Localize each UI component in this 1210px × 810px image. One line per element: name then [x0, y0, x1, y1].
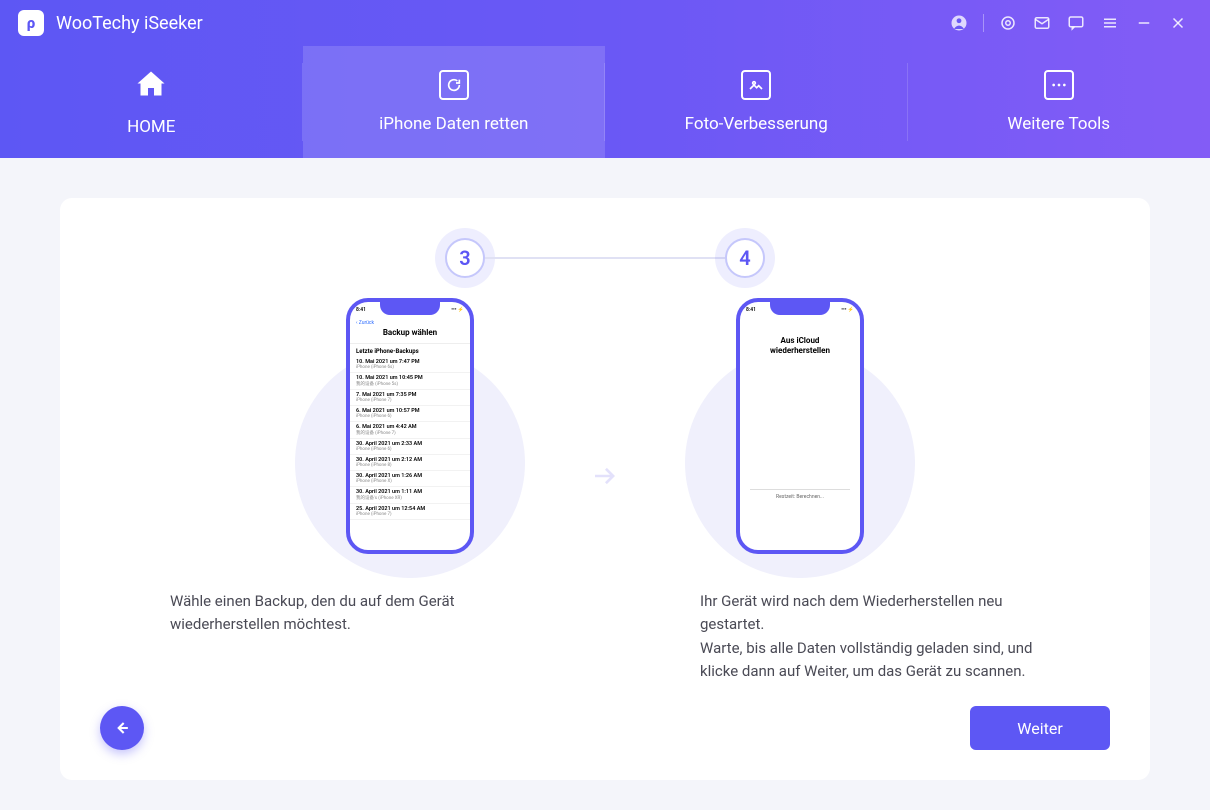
backup-row: 7. Mai 2021 um 7:35 PMiPhone (iPhone 7) — [350, 390, 470, 406]
tab-more[interactable]: Weitere Tools — [908, 46, 1210, 158]
phone-col-1: 8:41••• ⚡ ‹ Zurück Backup wählen Letzte … — [305, 298, 515, 554]
backup-row: 30. April 2021 um 2:12 AMiPhone (iPhone … — [350, 455, 470, 471]
title-bar: ρ WooTechy iSeeker — [0, 0, 1210, 46]
phone-col-2: 8:41••• ⚡ Aus iCloudwiederherstellen Res… — [695, 298, 905, 554]
logo-glyph: ρ — [27, 14, 35, 32]
phone2-time: 8:41 — [746, 307, 756, 318]
mail-icon[interactable] — [1028, 9, 1056, 37]
phone2-title: Aus iCloudwiederherstellen — [740, 318, 860, 357]
tab-home-label: HOME — [127, 117, 175, 137]
step-3: 3 — [445, 238, 485, 278]
backup-row: 30. April 2021 um 1:26 AMiPhone (iPhone … — [350, 471, 470, 487]
backup-list: 10. Mai 2021 um 7:47 PMiPhone (iPhone 6s… — [350, 357, 470, 550]
backup-row: 6. Mai 2021 um 4:42 AM我的设备 (iPhone 7) — [350, 422, 470, 439]
chat-icon[interactable] — [1062, 9, 1090, 37]
phone1-time: 8:41 — [356, 307, 366, 318]
app-logo: ρ — [18, 10, 44, 36]
backup-row: 10. Mai 2021 um 7:47 PMiPhone (iPhone 6s… — [350, 357, 470, 373]
backup-row: 6. Mai 2021 um 10:57 PMiPhone (iPhone 6) — [350, 406, 470, 422]
backup-row: 25. April 2021 um 12:54 AMiPhone (iPhone… — [350, 504, 470, 520]
backup-row: 10. Mai 2021 um 10:45 PM我的设备 (iPhone 5s) — [350, 373, 470, 390]
backup-row: 30. April 2021 um 2:33 AMiPhone (iPhone … — [350, 439, 470, 455]
phone1-back: ‹ Zurück — [356, 320, 374, 326]
phone2-progress: Restzeit: Berechnen... — [750, 494, 850, 500]
tab-recover[interactable]: iPhone Daten retten — [303, 46, 606, 158]
account-icon[interactable] — [945, 9, 973, 37]
image-icon — [741, 70, 771, 100]
tab-photo-label: Foto-Verbesserung — [685, 114, 828, 134]
tab-photo[interactable]: Foto-Verbesserung — [605, 46, 908, 158]
tab-more-label: Weitere Tools — [1007, 114, 1110, 134]
home-icon — [131, 67, 171, 103]
close-icon[interactable] — [1164, 9, 1192, 37]
more-icon — [1044, 70, 1074, 100]
minimize-icon[interactable] — [1130, 9, 1158, 37]
refresh-icon — [439, 70, 469, 100]
caption-step3: Wähle einen Backup, den du auf dem Gerät… — [170, 590, 510, 683]
menu-icon[interactable] — [1096, 9, 1124, 37]
titlebar-controls — [945, 9, 1192, 37]
next-button-label: Weiter — [1017, 719, 1062, 738]
step-4: 4 — [725, 238, 765, 278]
step-indicator: 3 4 — [120, 238, 1090, 278]
app-title: WooTechy iSeeker — [56, 13, 203, 34]
phones-row: 8:41••• ⚡ ‹ Zurück Backup wählen Letzte … — [120, 298, 1090, 554]
content-card: 3 4 8:41••• ⚡ ‹ Zurück Backup wählen Let… — [60, 198, 1150, 780]
phone1-subtitle: Letzte iPhone-Backups — [350, 344, 470, 357]
arrow-icon — [585, 456, 625, 496]
step-connector — [485, 257, 725, 259]
nav-bar: HOME iPhone Daten retten Foto-Verbesseru… — [0, 46, 1210, 158]
phone-mock-2: 8:41••• ⚡ Aus iCloudwiederherstellen Res… — [736, 298, 864, 554]
next-button[interactable]: Weiter — [970, 706, 1110, 750]
back-button[interactable] — [100, 706, 144, 750]
caption-step4: Ihr Gerät wird nach dem Wiederherstellen… — [700, 590, 1040, 683]
phone-mock-1: 8:41••• ⚡ ‹ Zurück Backup wählen Letzte … — [346, 298, 474, 554]
tab-recover-label: iPhone Daten retten — [379, 114, 528, 134]
backup-row: 30. April 2021 um 1:11 AM我的设备's (iPhone … — [350, 487, 470, 504]
phone1-title: Backup wählen — [356, 328, 464, 337]
main-area: 3 4 8:41••• ⚡ ‹ Zurück Backup wählen Let… — [0, 158, 1210, 810]
captions-row: Wähle einen Backup, den du auf dem Gerät… — [120, 590, 1090, 683]
tab-home[interactable]: HOME — [0, 46, 303, 158]
target-icon[interactable] — [994, 9, 1022, 37]
